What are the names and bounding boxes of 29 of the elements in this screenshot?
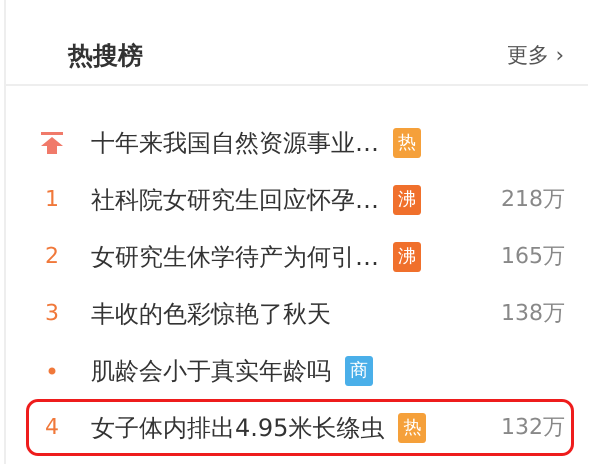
topic-title: 女子体内排出4.95米长绦虫 [91, 412, 384, 444]
heat-tag: 热 [393, 128, 421, 158]
pin-to-top-icon [39, 130, 65, 154]
topic-title: 肌龄会小于真实年龄吗 [91, 356, 331, 386]
search-count: 138万 [501, 300, 566, 328]
search-count: 165万 [501, 243, 566, 271]
heat-tag: 沸 [393, 242, 421, 272]
list-item[interactable]: 肌龄会小于真实年龄吗 商 [26, 342, 574, 399]
rank-number: 1 [45, 186, 59, 214]
heat-tag: 热 [398, 412, 426, 442]
heat-tag: 沸 [393, 184, 421, 214]
list-item[interactable]: 十年来我国自然资源事业… 热 [26, 114, 574, 171]
topic-title: 十年来我国自然资源事业… [91, 128, 379, 158]
topic-title: 社科院女研究生回应怀孕… [91, 184, 379, 216]
search-count: 132万 [501, 414, 566, 442]
topic-title: 女研究生休学待产为何引… [91, 242, 379, 272]
dot-icon [48, 366, 56, 374]
highlighted-list-item[interactable]: 4 女子体内排出4.95米长绦虫 热 132万 [26, 399, 574, 456]
topic-title: 丰收的色彩惊艳了秋天 [91, 298, 331, 330]
rank-number: 3 [45, 300, 59, 328]
rank-number: 2 [45, 243, 59, 271]
more-link[interactable]: 更多 › [506, 40, 564, 72]
list-item[interactable]: 2 女研究生休学待产为何引… 沸 165万 [26, 228, 574, 285]
list-item[interactable]: 3 丰收的色彩惊艳了秋天 138万 [26, 285, 574, 342]
heat-tag: 商 [345, 356, 373, 386]
panel-title: 热搜榜 [68, 40, 143, 72]
search-count: 218万 [501, 186, 566, 214]
rank-number: 4 [45, 414, 59, 442]
list-item[interactable]: 1 社科院女研究生回应怀孕… 沸 218万 [26, 171, 574, 228]
